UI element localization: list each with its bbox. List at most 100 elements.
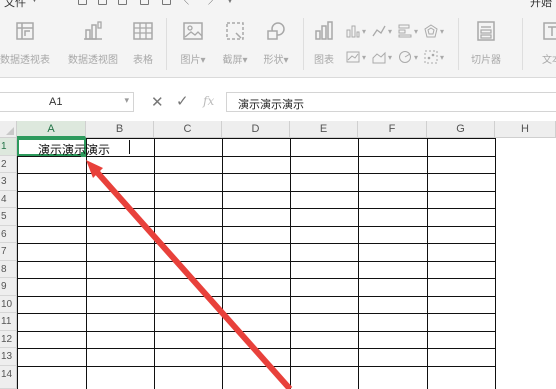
chevron-down-icon[interactable]: ▼ <box>30 0 39 4</box>
chevron-down-icon[interactable]: ▾ <box>388 27 392 36</box>
chevron-down-icon[interactable]: ▾ <box>124 95 129 106</box>
pivot-chart-label: 数据透视图 <box>68 55 118 66</box>
grid-line <box>17 173 495 174</box>
grid-line <box>154 138 155 389</box>
slicer-label: 切片器 <box>471 55 501 66</box>
row-header-3[interactable]: 3 <box>0 173 17 191</box>
chevron-down-icon[interactable]: ▾ <box>414 53 418 62</box>
arrow-forward-icon[interactable] <box>204 0 213 5</box>
slicer-icon <box>477 21 495 41</box>
screenshot-icon <box>226 22 244 40</box>
pie-chart-icon[interactable] <box>346 50 360 64</box>
column-header-h[interactable]: H <box>495 121 556 138</box>
grid-line <box>17 261 495 262</box>
grid-line <box>17 348 495 349</box>
row-header-8[interactable]: 8 <box>0 261 17 278</box>
area-chart-icon[interactable] <box>372 50 386 64</box>
row-header-1[interactable]: 1 <box>0 138 17 156</box>
grid-line <box>427 138 428 389</box>
pivot-chart-button[interactable]: 数据透视图 <box>62 20 124 72</box>
bar-chart-icon[interactable] <box>398 24 412 38</box>
grid-line <box>222 138 223 389</box>
picture-button[interactable]: 图片▾ <box>173 20 213 72</box>
redo-icon[interactable] <box>162 0 171 5</box>
column-header-f[interactable]: F <box>358 121 427 138</box>
shape-label: 形状▾ <box>263 55 289 66</box>
table-button[interactable]: 表格 <box>126 20 160 72</box>
row-header-9[interactable]: 9 <box>0 278 17 296</box>
ribbon-divider <box>522 18 523 70</box>
file-tab[interactable]: 文件 <box>4 0 26 10</box>
ribbon-divider <box>303 18 304 70</box>
grid-line <box>17 366 495 367</box>
dropdown-icon[interactable]: ▼ <box>226 0 235 5</box>
chevron-down-icon[interactable]: ▾ <box>362 27 366 36</box>
column-header-a[interactable]: A <box>17 121 86 138</box>
row-header-2[interactable]: 2 <box>0 156 17 173</box>
row-header-5[interactable]: 5 <box>0 208 17 226</box>
slicer-button[interactable]: 切片器 <box>464 20 508 72</box>
scatter-chart-icon[interactable] <box>424 50 438 64</box>
column-header-b[interactable]: B <box>86 121 154 138</box>
pivot-table-button[interactable]: 数据透视表 <box>0 20 56 72</box>
chevron-down-icon[interactable]: ▾ <box>440 27 444 36</box>
function-icon[interactable]: fx <box>203 94 214 108</box>
radar-chart-icon[interactable] <box>424 24 438 38</box>
row-header-14[interactable]: 14 <box>0 366 17 389</box>
textbox-button[interactable]: 文本 <box>532 20 556 72</box>
cell-a1-value: 演示演示演示 <box>38 143 111 157</box>
undo-icon[interactable] <box>140 0 149 5</box>
picture-label: 图片▾ <box>180 55 206 66</box>
row-header-7[interactable]: 7 <box>0 243 17 261</box>
ribbon-divider <box>166 18 167 70</box>
table-icon <box>133 22 153 40</box>
grid-line <box>17 191 495 192</box>
arrow-back-icon[interactable] <box>184 0 193 5</box>
grid-line <box>17 296 495 297</box>
print-icon[interactable] <box>98 0 107 5</box>
row-header-13[interactable]: 13 <box>0 348 17 366</box>
formula-bar: A1 ▾ ✕ ✓ fx 演示演示演示 <box>0 89 556 115</box>
column-header-d[interactable]: D <box>222 121 290 138</box>
preview-icon[interactable] <box>118 0 127 5</box>
row-header-6[interactable]: 6 <box>0 226 17 243</box>
row-header-12[interactable]: 12 <box>0 331 17 348</box>
check-icon[interactable]: ✓ <box>176 92 189 110</box>
chevron-down-icon[interactable]: ▾ <box>440 53 444 62</box>
pivot-table-label: 数据透视表 <box>0 55 50 66</box>
screenshot-button[interactable]: 截屏▾ <box>215 20 255 72</box>
select-all-corner[interactable] <box>0 121 17 138</box>
row-header-4[interactable]: 4 <box>0 191 17 208</box>
name-box[interactable]: A1 ▾ <box>0 92 134 112</box>
grid-line <box>17 313 495 314</box>
chart-button[interactable]: 图表 <box>308 20 340 72</box>
cancel-icon[interactable]: ✕ <box>151 93 164 111</box>
grid-line <box>17 138 18 389</box>
column-header-c[interactable]: C <box>154 121 222 138</box>
chevron-down-icon[interactable]: ▾ <box>388 53 392 62</box>
text-cursor <box>129 140 130 154</box>
textbox-icon <box>543 22 556 40</box>
row-header-10[interactable]: 10 <box>0 296 17 313</box>
line-chart-icon[interactable] <box>372 24 386 38</box>
row-header-11[interactable]: 11 <box>0 313 17 331</box>
grid-line <box>17 226 495 227</box>
grid-line <box>17 243 495 244</box>
chevron-down-icon[interactable]: ▾ <box>414 27 418 36</box>
grid-line <box>86 138 87 389</box>
shape-icon <box>267 22 285 40</box>
start-tab[interactable]: 开始 <box>530 0 552 10</box>
column-header-g[interactable]: G <box>427 121 495 138</box>
column-header-e[interactable]: E <box>290 121 358 138</box>
formula-input[interactable]: 演示演示演示 <box>226 92 556 112</box>
column-chart-icon[interactable] <box>346 24 360 38</box>
save-icon[interactable] <box>78 0 87 5</box>
shape-button[interactable]: 形状▾ <box>256 20 296 72</box>
grid-line <box>17 331 495 332</box>
textbox-label: 文本 <box>542 55 556 66</box>
donut-chart-icon[interactable] <box>398 50 412 64</box>
chart-icon <box>315 21 333 40</box>
chevron-down-icon[interactable]: ▾ <box>362 53 366 62</box>
table-label: 表格 <box>133 55 153 66</box>
ribbon-insert-panel: 数据透视表 数据透视图 表格 图片▾ 截屏▾ 形状▾ 图表 ▾ ▾ ▾ ▾ ▾ … <box>0 12 556 78</box>
